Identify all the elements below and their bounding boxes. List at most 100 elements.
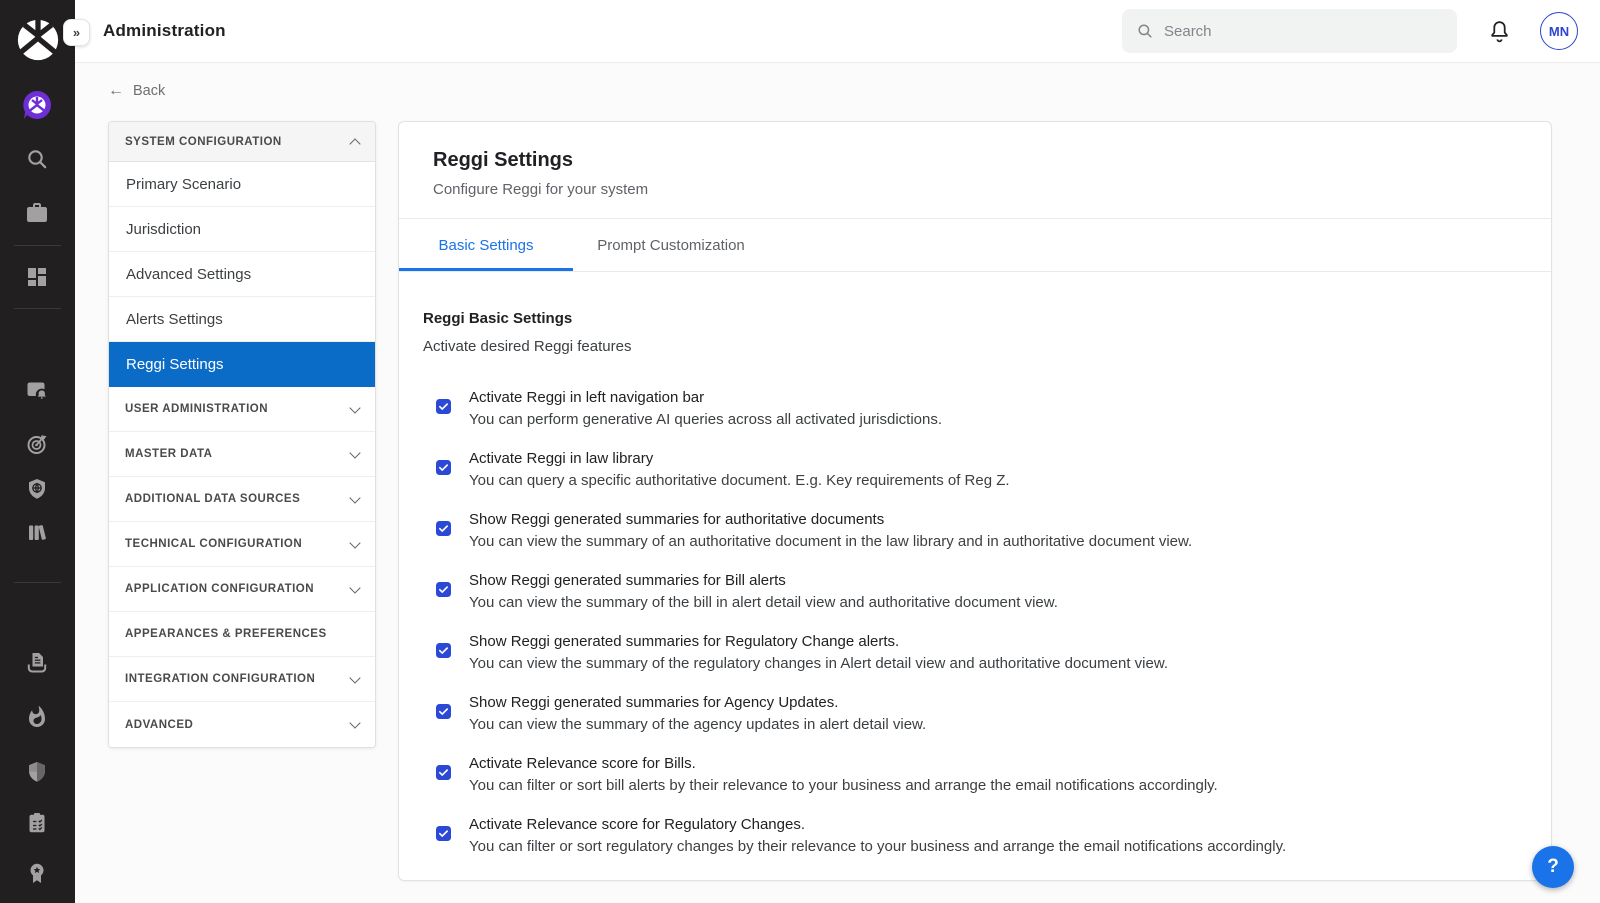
briefcase-icon[interactable] <box>25 201 49 225</box>
settings-nav-panel: SYSTEM CONFIGURATION Primary Scenario Ju… <box>108 121 376 748</box>
setting-text: Activate Reggi in law library You can qu… <box>469 448 1010 491</box>
setting-row: Activate Relevance score for Bills. You … <box>423 753 1527 796</box>
setting-description: You can perform generative AI queries ac… <box>469 409 942 431</box>
brand-logo[interactable] <box>15 17 61 63</box>
nav-item-primary-scenario[interactable]: Primary Scenario <box>109 162 375 207</box>
sidebar-expand-button[interactable]: » <box>63 19 90 46</box>
nav-section-technical-configuration[interactable]: TECHNICAL CONFIGURATION <box>109 522 375 567</box>
checkbox-checked-icon[interactable] <box>436 826 451 841</box>
award-ribbon-icon[interactable] <box>25 861 49 885</box>
target-icon[interactable] <box>25 432 49 456</box>
nav-item-label: Jurisdiction <box>126 221 201 238</box>
sidebar-divider <box>14 308 61 309</box>
back-arrow-icon: ← <box>108 83 124 99</box>
notifications-bell-icon[interactable] <box>1487 19 1512 44</box>
nav-section-appearances-preferences[interactable]: APPEARANCES & PREFERENCES <box>109 612 375 657</box>
setting-row: Activate Relevance score for Regulatory … <box>423 814 1527 857</box>
back-button[interactable]: ← Back <box>108 83 165 99</box>
nav-section-integration-configuration[interactable]: INTEGRATION CONFIGURATION <box>109 657 375 702</box>
setting-description: You can view the summary of an authorita… <box>469 531 1192 553</box>
alerts-card-icon[interactable] <box>25 378 49 402</box>
chevron-up-icon <box>349 138 360 149</box>
nav-item-label: Primary Scenario <box>126 176 241 193</box>
reggi-chat-icon[interactable] <box>21 89 53 121</box>
setting-row: Activate Reggi in law library You can qu… <box>423 448 1527 491</box>
setting-row: Activate Reggi in left navigation bar Yo… <box>423 387 1527 430</box>
nav-item-reggi-settings[interactable]: Reggi Settings <box>109 342 375 387</box>
checkbox-checked-icon[interactable] <box>436 582 451 597</box>
checkbox-checked-icon[interactable] <box>436 765 451 780</box>
tab-basic-settings[interactable]: Basic Settings <box>399 219 573 271</box>
setting-text: Show Reggi generated summaries for Regul… <box>469 631 1168 674</box>
sidebar-divider <box>14 582 61 583</box>
checkbox-checked-icon[interactable] <box>436 643 451 658</box>
setting-description: You can view the summary of the regulato… <box>469 653 1168 675</box>
card-header: Reggi Settings Configure Reggi for your … <box>399 122 1551 219</box>
library-books-icon[interactable] <box>25 520 49 544</box>
search-icon <box>1136 22 1154 40</box>
nav-item-label: Reggi Settings <box>126 356 224 373</box>
nav-section-label: ADDITIONAL DATA SOURCES <box>125 493 300 505</box>
shield-globe-icon[interactable] <box>25 477 49 501</box>
setting-description: You can view the summary of the bill in … <box>469 592 1058 614</box>
setting-row: Show Reggi generated summaries for Agenc… <box>423 692 1527 735</box>
chevron-down-icon <box>349 672 360 683</box>
flame-icon[interactable] <box>25 705 49 729</box>
chevron-down-icon <box>349 402 360 413</box>
nav-item-alerts-settings[interactable]: Alerts Settings <box>109 297 375 342</box>
nav-section-master-data[interactable]: MASTER DATA <box>109 432 375 477</box>
setting-text: Show Reggi generated summaries for autho… <box>469 509 1192 552</box>
clipboard-check-icon[interactable] <box>25 811 49 835</box>
nav-section-advanced[interactable]: ADVANCED <box>109 702 375 747</box>
chevron-down-icon <box>349 492 360 503</box>
checkbox-checked-icon[interactable] <box>436 521 451 536</box>
setting-title: Activate Reggi in law library <box>469 448 1010 470</box>
setting-row: Show Reggi generated summaries for Regul… <box>423 631 1527 674</box>
nav-item-advanced-settings[interactable]: Advanced Settings <box>109 252 375 297</box>
setting-title: Show Reggi generated summaries for Regul… <box>469 631 1168 653</box>
global-search[interactable] <box>1122 9 1457 53</box>
nav-section-user-administration[interactable]: USER ADMINISTRATION <box>109 387 375 432</box>
search-input[interactable] <box>1164 23 1443 40</box>
search-icon[interactable] <box>25 147 49 171</box>
chevron-down-icon <box>349 447 360 458</box>
nav-section-label: APPLICATION CONFIGURATION <box>125 583 314 595</box>
document-tray-icon[interactable] <box>25 651 49 675</box>
checkbox-checked-icon[interactable] <box>436 704 451 719</box>
nav-section-label: TECHNICAL CONFIGURATION <box>125 538 302 550</box>
setting-text: Show Reggi generated summaries for Agenc… <box>469 692 926 735</box>
setting-title: Activate Reggi in left navigation bar <box>469 387 942 409</box>
nav-section-label: SYSTEM CONFIGURATION <box>125 136 282 148</box>
nav-section-system-configuration[interactable]: SYSTEM CONFIGURATION <box>109 122 375 162</box>
page-title: Administration <box>103 21 226 41</box>
section-title: Reggi Basic Settings <box>423 308 1527 330</box>
chevron-down-icon <box>349 582 360 593</box>
chevron-down-icon <box>349 717 360 728</box>
card-subtitle: Configure Reggi for your system <box>433 181 1517 198</box>
setting-title: Show Reggi generated summaries for autho… <box>469 509 1192 531</box>
setting-title: Activate Relevance score for Bills. <box>469 753 1218 775</box>
setting-title: Activate Relevance score for Regulatory … <box>469 814 1286 836</box>
tab-prompt-customization[interactable]: Prompt Customization <box>573 219 769 271</box>
nav-section-label: USER ADMINISTRATION <box>125 403 268 415</box>
card-title: Reggi Settings <box>433 149 1517 172</box>
nav-section-label: ADVANCED <box>125 719 193 731</box>
nav-section-label: MASTER DATA <box>125 448 212 460</box>
checkbox-checked-icon[interactable] <box>436 460 451 475</box>
setting-description: You can view the summary of the agency u… <box>469 714 926 736</box>
nav-section-label: APPEARANCES & PREFERENCES <box>125 628 327 640</box>
nav-section-additional-data-sources[interactable]: ADDITIONAL DATA SOURCES <box>109 477 375 522</box>
avatar[interactable]: MN <box>1540 12 1578 50</box>
setting-row: Show Reggi generated summaries for autho… <box>423 509 1527 552</box>
setting-row: Show Reggi generated summaries for Bill … <box>423 570 1527 613</box>
checkbox-checked-icon[interactable] <box>436 399 451 414</box>
topbar: Administration MN <box>75 0 1600 63</box>
nav-item-jurisdiction[interactable]: Jurisdiction <box>109 207 375 252</box>
dashboard-icon[interactable] <box>25 265 49 289</box>
settings-list: Activate Reggi in left navigation bar Yo… <box>423 387 1527 857</box>
help-button[interactable]: ? <box>1532 846 1574 888</box>
nav-item-label: Alerts Settings <box>126 311 223 328</box>
shield-icon[interactable] <box>25 760 49 784</box>
setting-description: You can filter or sort regulatory change… <box>469 836 1286 858</box>
nav-section-application-configuration[interactable]: APPLICATION CONFIGURATION <box>109 567 375 612</box>
